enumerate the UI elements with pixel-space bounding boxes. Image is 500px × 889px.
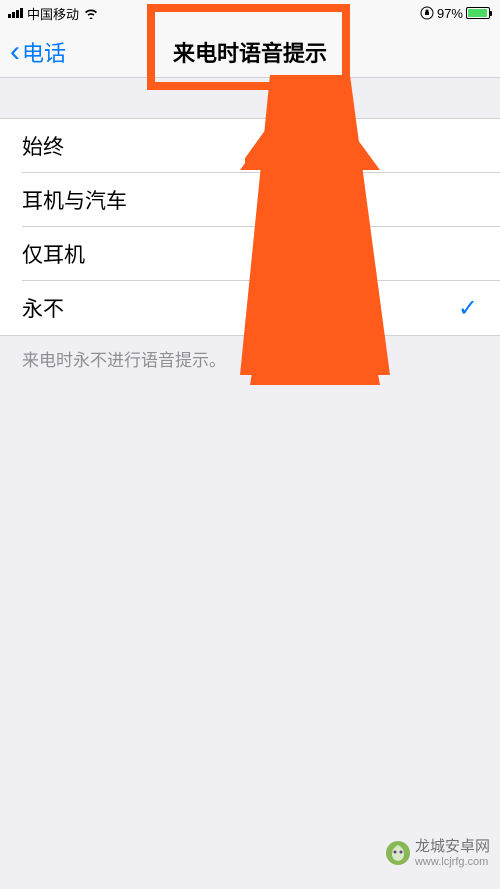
rotation-lock-icon (420, 6, 434, 20)
nav-bar: ‹ 电话 来电时语音提示 (0, 26, 500, 78)
content: 始终 耳机与汽车 仅耳机 永不 ✓ 来电时永不进行语音提示。 (0, 78, 500, 381)
page-title: 来电时语音提示 (173, 36, 327, 68)
watermark-logo-icon (385, 840, 411, 866)
option-never[interactable]: 永不 ✓ (0, 281, 500, 335)
checkmark-icon: ✓ (458, 294, 478, 323)
option-label: 永不 (22, 293, 64, 323)
watermark-url: www.lcjrfg.com (415, 856, 490, 869)
carrier-label: 中国移动 (27, 4, 79, 23)
signal-icon (8, 8, 23, 18)
wifi-icon (83, 7, 99, 19)
battery-icon (466, 7, 492, 19)
status-left: 中国移动 (8, 4, 99, 23)
option-headphones-car[interactable]: 耳机与汽车 (0, 173, 500, 227)
footer-note: 来电时永不进行语音提示。 (0, 336, 500, 381)
watermark: 龙城安卓网 www.lcjrfg.com (385, 838, 490, 869)
option-label: 仅耳机 (22, 239, 85, 269)
back-label: 电话 (22, 36, 66, 68)
battery-percent: 97% (437, 6, 463, 21)
options-list: 始终 耳机与汽车 仅耳机 永不 ✓ (0, 118, 500, 336)
status-bar: 中国移动 97% (0, 0, 500, 26)
option-headphones-only[interactable]: 仅耳机 (0, 227, 500, 281)
option-label: 始终 (22, 131, 64, 161)
option-label: 耳机与汽车 (22, 185, 127, 215)
chevron-left-icon: ‹ (10, 37, 20, 67)
watermark-title: 龙城安卓网 (415, 838, 490, 856)
back-button[interactable]: ‹ 电话 (10, 36, 66, 68)
option-always[interactable]: 始终 (0, 119, 500, 173)
status-right: 97% (420, 6, 492, 21)
